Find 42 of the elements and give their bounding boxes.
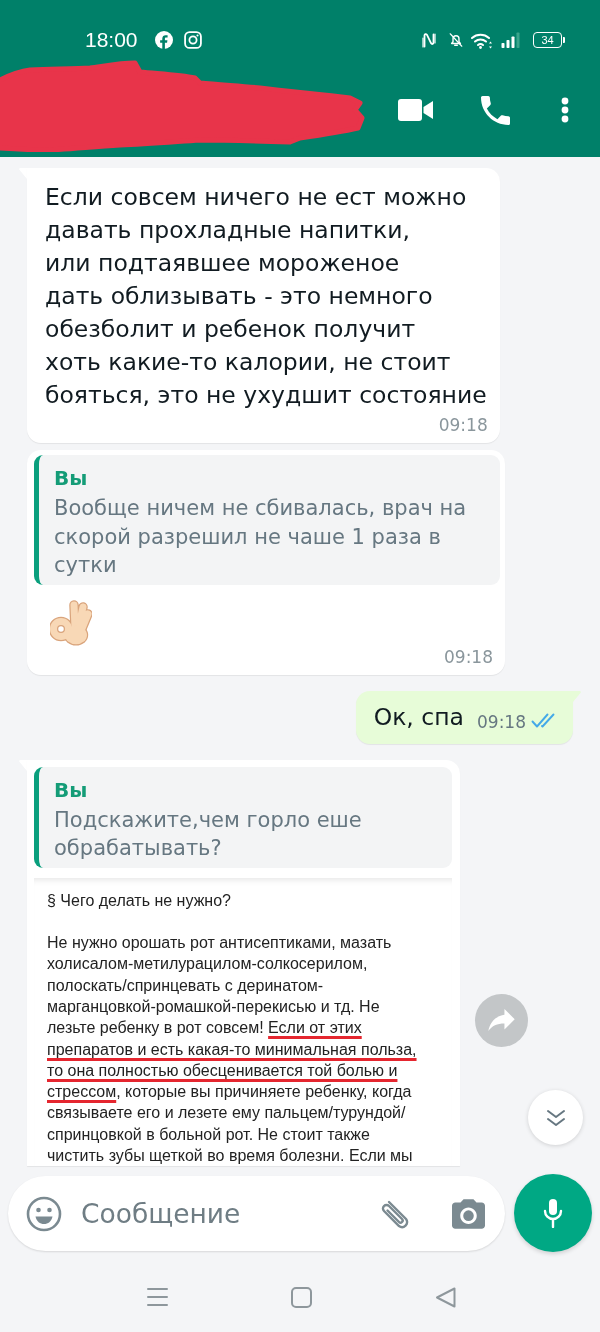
quoted-message[interactable]: Вы Вообще ничем не сбивалась, врач на скорой разрешил не чаше 1 раза в сутки [34,455,500,585]
back-button[interactable] [435,1286,456,1308]
phone-icon [480,95,510,125]
home-button[interactable] [291,1286,312,1308]
message-time: 09:18 [477,710,526,733]
recent-apps-button[interactable] [147,1287,168,1307]
status-time: 18:00 [85,28,138,52]
video-camera-icon [397,99,433,121]
quote-text: Подскажите,чем горло еше обрабатывать? [54,806,363,862]
ok-hand-emoji-icon [50,598,92,646]
signal-icon [501,32,521,48]
camera-icon [452,1198,485,1229]
quote-author: Вы [54,776,89,803]
microphone-icon [543,1198,563,1228]
square-icon [291,1286,312,1308]
emoji-button[interactable] [26,1195,62,1232]
message-text: Если совсем ничего не ест можно давать прохладные напитки, или подтаявшее мороженое дать облизывать - это немного обезболит и ребенок получит хоть какие-то калории, не стоит бояться, это не ухудшит состояние [44,182,488,411]
smiley-icon [26,1195,62,1232]
message-time: 09:18 [438,414,488,436]
quote-text: Вообще ничем не сбивалась, врач на скорой разрешил не чаше 1 раза в сутки [54,495,468,579]
facebook-icon [154,31,173,49]
wifi-icon [471,31,493,49]
voice-message-button[interactable] [514,1174,592,1252]
more-options-icon [561,97,569,123]
menu-icon [147,1287,168,1307]
message-input-bar[interactable]: Сообщение [8,1176,505,1251]
forward-arrow-icon [488,1009,515,1031]
back-triangle-icon [435,1286,456,1308]
quoted-message[interactable]: Вы Подскажите,чем горло еше обрабатывать? [34,766,452,868]
nfc-icon [422,31,436,49]
quote-author: Вы [54,465,89,491]
scroll-down-button[interactable] [528,1090,583,1145]
document-paragraph: Не нужно орошать рот антисептиками, мазать холисалом-метилурацилом-солкосерилом, полоскать/спринцевать с деринатом- марганцовкой-ромашкой-перекисью и тд. Не лезьте ребенку в рот совсем! Если от этих препаратов и есть какая-то минимальная польза, то она полностью обесценивается той болью и стрессом, которые вы причиняете ребенку, когда связываете его и лезете ему пальцем/турундой/ спринцовкой в больной рот. Не стоит также чистить зубы щеткой во время болезни. Если мы [47,933,418,1167]
battery-indicator: 34 [533,32,565,48]
instagram-icon [183,31,202,49]
bell-off-icon [449,32,463,48]
message-input[interactable]: Сообщение [81,1193,377,1234]
message-time: 09:18 [444,645,493,668]
document-heading: § Чего делать не нужно? [47,890,232,911]
double-chevron-down-icon [545,1108,566,1127]
message-text: Ок, спа [373,701,464,733]
camera-button[interactable] [452,1198,485,1229]
